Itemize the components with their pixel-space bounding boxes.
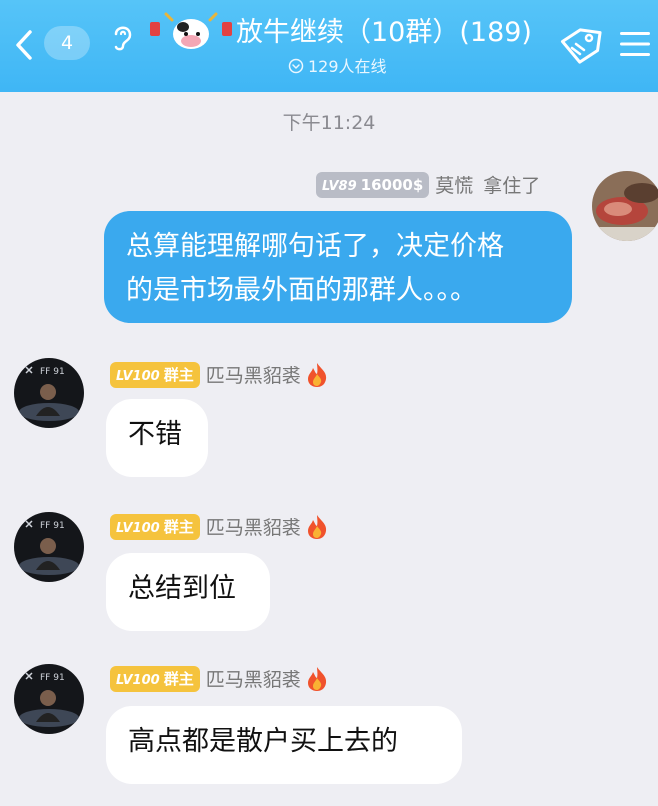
chevron-left-icon — [16, 30, 32, 60]
chat-header: 4 放牛继续（10群）(189) 129人在线 — [0, 0, 658, 92]
sender-meta: LV100 群主 匹马黑貂裘 — [110, 361, 329, 389]
sender-meta: LV89 16000$ 莫慌 拿住了 — [316, 171, 540, 199]
svg-text:FF 91: FF 91 — [40, 367, 65, 377]
level-badge: LV89 16000$ — [316, 171, 430, 198]
sender-meta: LV100 群主 匹马黑貂裘 — [110, 513, 329, 541]
cow-emoji-icon — [150, 12, 232, 49]
message-text: 总结到位 — [128, 573, 236, 604]
tag-icon[interactable] — [558, 26, 604, 66]
avatar-image: FF 91 — [14, 358, 84, 428]
online-count: 129人在线 — [308, 57, 387, 76]
ear-icon[interactable] — [110, 22, 134, 52]
chevron-circle-icon — [288, 58, 304, 74]
online-status[interactable]: 129人在线 — [288, 56, 387, 78]
level-badge: LV100 群主 — [110, 361, 200, 388]
message-text: 不错 — [128, 419, 182, 450]
sender-meta: LV100 群主 匹马黑貂裘 — [110, 665, 329, 693]
unread-count-badge: 4 — [44, 26, 90, 60]
menu-icon[interactable] — [620, 30, 650, 58]
sender-name: 匹马黑貂裘 — [205, 365, 301, 387]
avatar[interactable] — [592, 171, 658, 241]
avatar[interactable]: FF 91 — [14, 512, 84, 582]
message-text-line: 总算能理解哪句话了，决定价格 — [126, 231, 504, 262]
message-timestamp: 下午11:24 — [282, 112, 376, 134]
message-bubble[interactable]: 不错 — [106, 399, 208, 477]
fire-icon — [307, 666, 326, 691]
svg-text:FF 91: FF 91 — [40, 673, 65, 683]
svg-text:FF 91: FF 91 — [40, 521, 65, 531]
avatar-image: FF 91 — [14, 512, 84, 582]
sender-name: 匹马黑貂裘 — [205, 517, 301, 539]
fire-icon — [307, 514, 326, 539]
avatar-image — [592, 171, 658, 241]
message-bubble[interactable]: 高点都是散户买上去的 — [106, 706, 462, 784]
fire-icon — [307, 362, 326, 387]
avatar[interactable]: FF 91 — [14, 664, 84, 734]
back-button[interactable]: 4 — [14, 22, 94, 62]
message-text-line: 的是市场最外面的那群人。。。 — [126, 275, 477, 306]
sender-extra: 拿住了 — [483, 175, 541, 197]
sender-name: 匹马黑貂裘 — [205, 669, 301, 691]
message-text: 高点都是散户买上去的 — [128, 726, 398, 757]
avatar[interactable]: FF 91 — [14, 358, 84, 428]
group-title[interactable]: 放牛继续（10群）(189) — [236, 14, 532, 52]
level-badge: LV100 群主 — [110, 513, 200, 540]
message-bubble[interactable]: 总算能理解哪句话了，决定价格 的是市场最外面的那群人。。。 — [104, 211, 572, 323]
level-badge: LV100 群主 — [110, 665, 200, 692]
message-bubble[interactable]: 总结到位 — [106, 553, 270, 631]
sender-name: 莫慌 — [435, 175, 474, 197]
avatar-image: FF 91 — [14, 664, 84, 734]
